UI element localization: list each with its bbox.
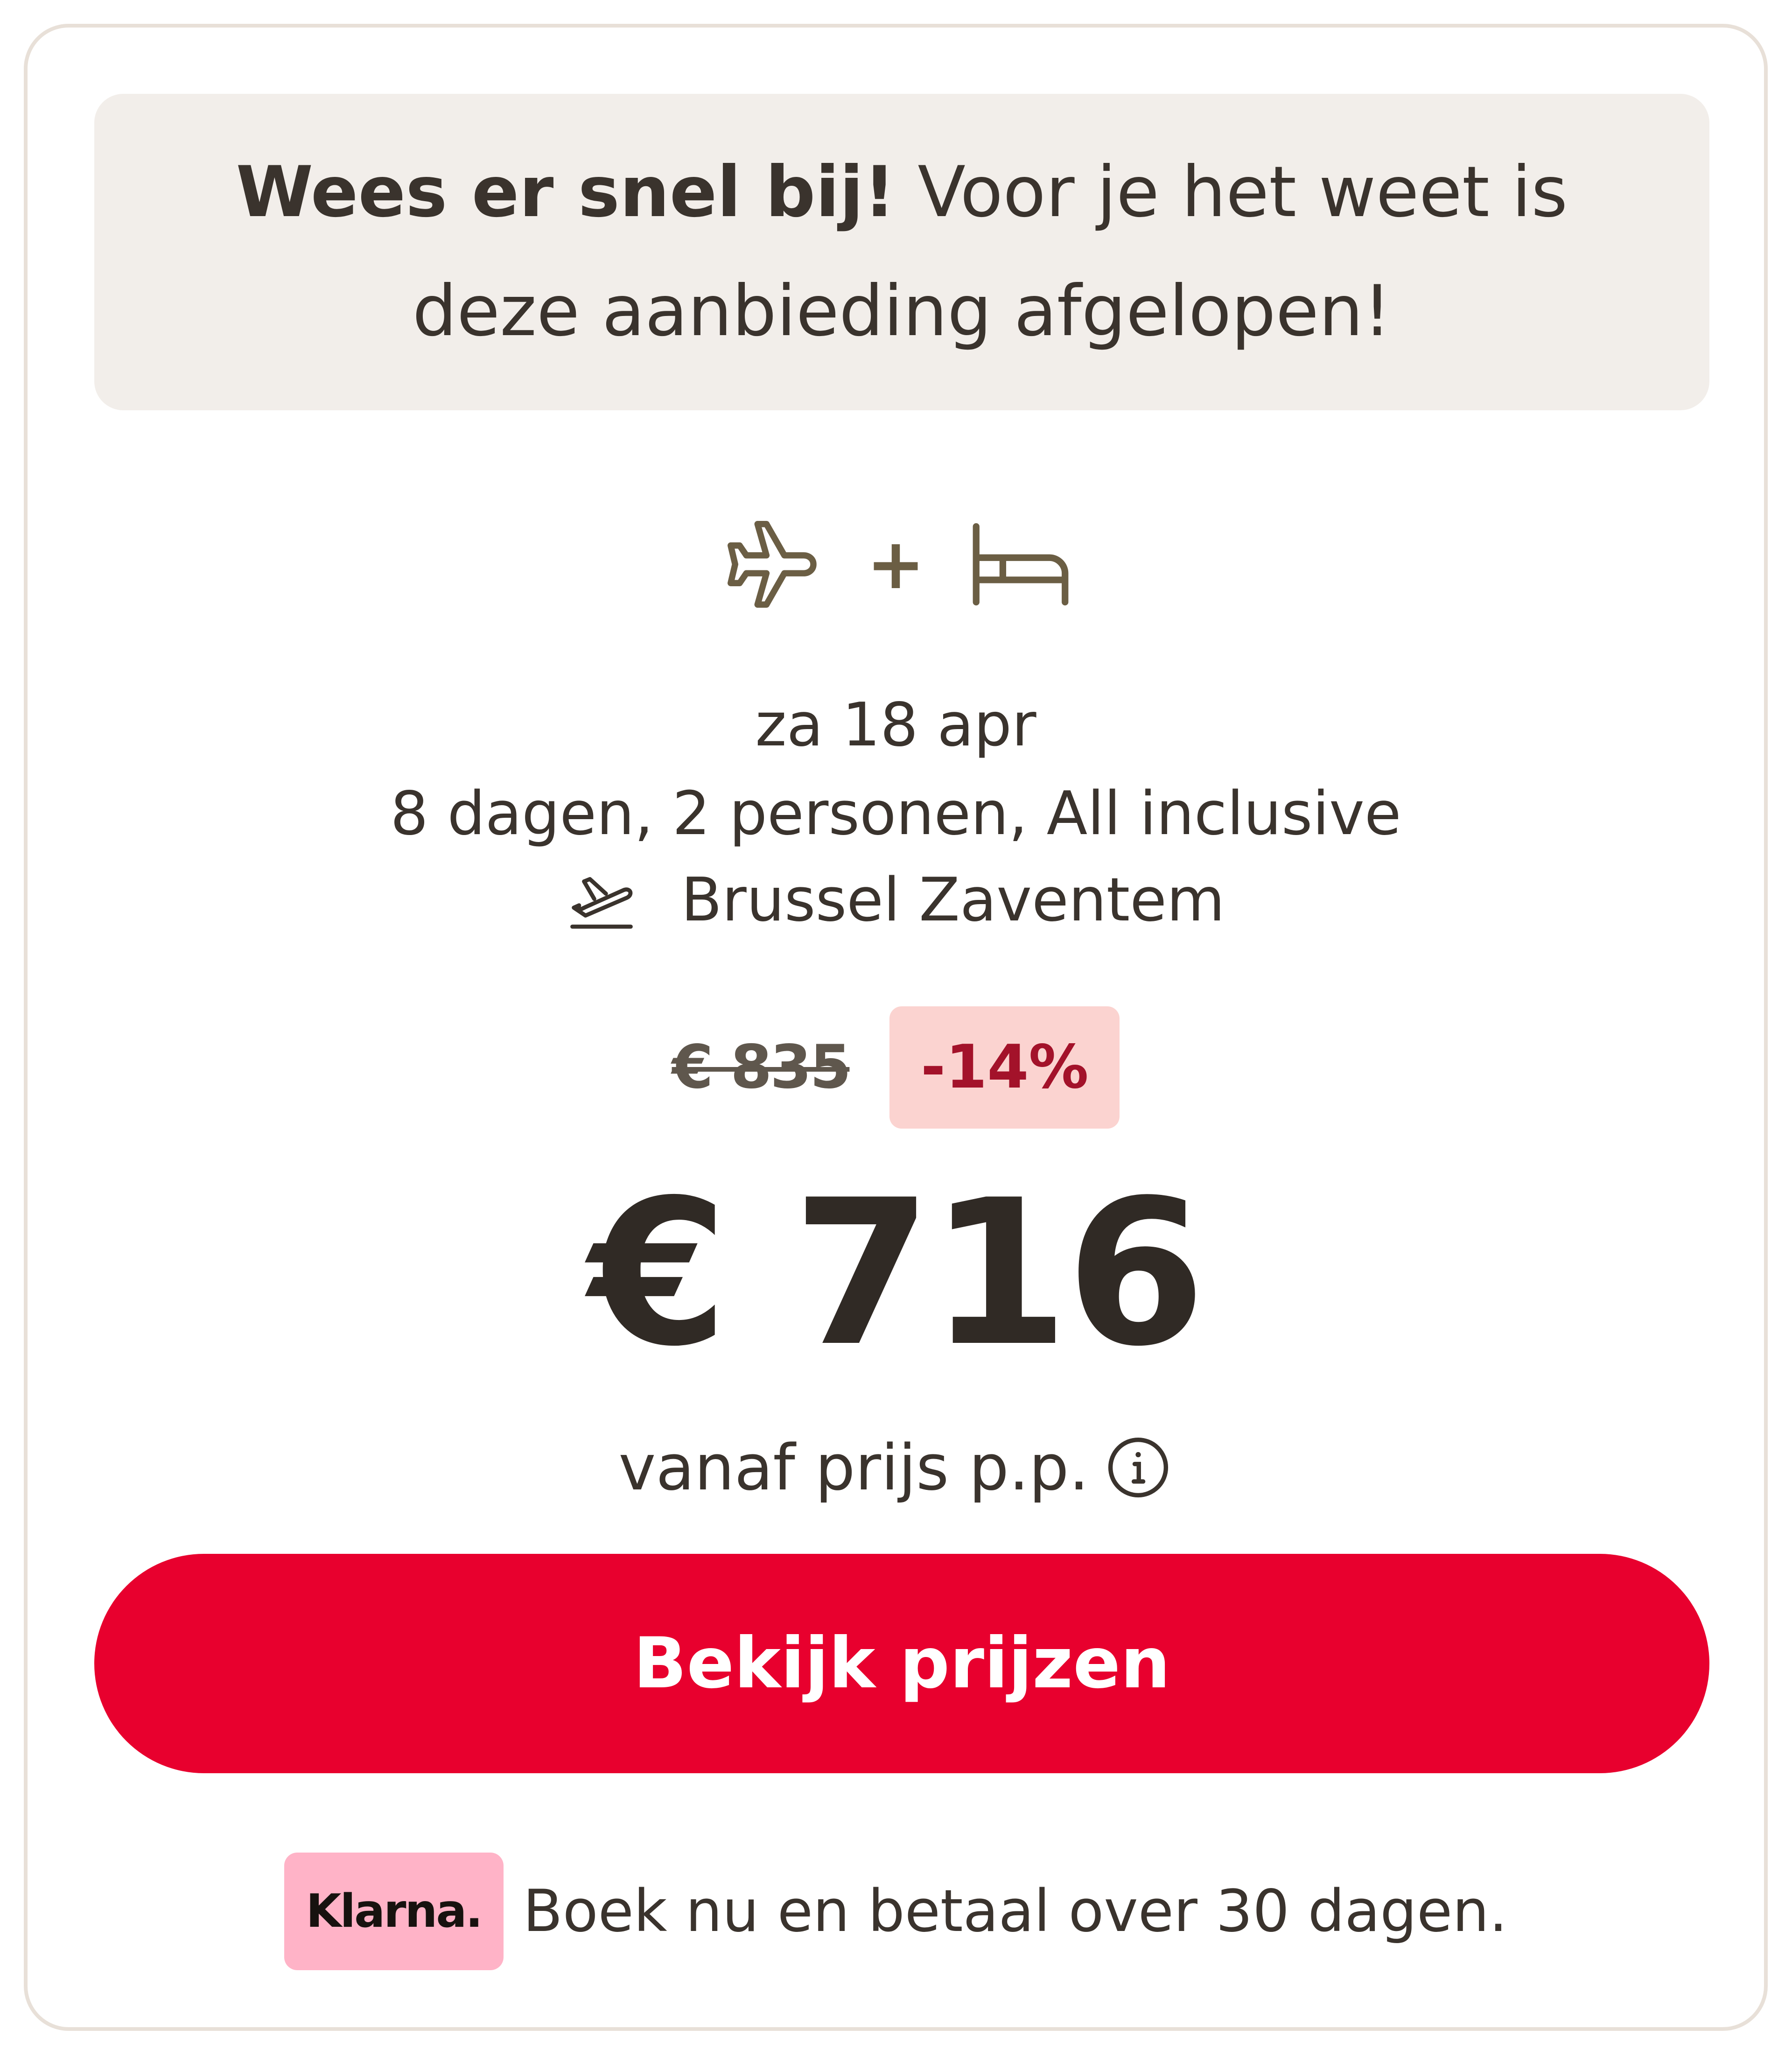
offer-card: Wees er snel bij! Voor je het weet is de…	[24, 24, 1768, 2031]
trip-details: 8 dagen, 2 personen, All inclusive	[390, 779, 1401, 849]
trip-date: za 18 apr	[755, 690, 1036, 760]
klarna-text: Boek nu en betaal over 30 dagen.	[523, 1878, 1508, 1945]
discount-badge: -14%	[889, 1006, 1120, 1129]
old-price: € 835	[672, 1032, 852, 1102]
discount-row: € 835 -14%	[28, 1005, 1764, 1129]
urgency-bold-text: Wees er snel bij!	[236, 152, 896, 233]
departure-airport: Brussel Zaventem	[28, 858, 1764, 942]
bed-icon	[973, 523, 1069, 606]
info-icon[interactable]	[1103, 1432, 1173, 1502]
klarna-logo: Klarna.	[284, 1853, 504, 1970]
package-icons: +	[28, 508, 1764, 620]
price-note-text: vanaf prijs p.p.	[618, 1431, 1089, 1504]
plane-departure-icon	[570, 877, 633, 929]
plus-sign: +	[866, 524, 925, 605]
airport-name: Brussel Zaventem	[681, 865, 1225, 935]
view-prices-button[interactable]: Bekijk prijzen	[94, 1554, 1709, 1773]
current-price: € 716	[588, 1157, 1205, 1390]
urgency-message: Wees er snel bij! Voor je het weet is de…	[169, 133, 1635, 371]
klarna-row: Klarna. Boek nu en betaal over 30 dagen.	[28, 1853, 1764, 1970]
urgency-banner: Wees er snel bij! Voor je het weet is de…	[94, 94, 1709, 410]
price-note: vanaf prijs p.p.	[28, 1423, 1764, 1512]
plane-icon	[727, 521, 817, 608]
